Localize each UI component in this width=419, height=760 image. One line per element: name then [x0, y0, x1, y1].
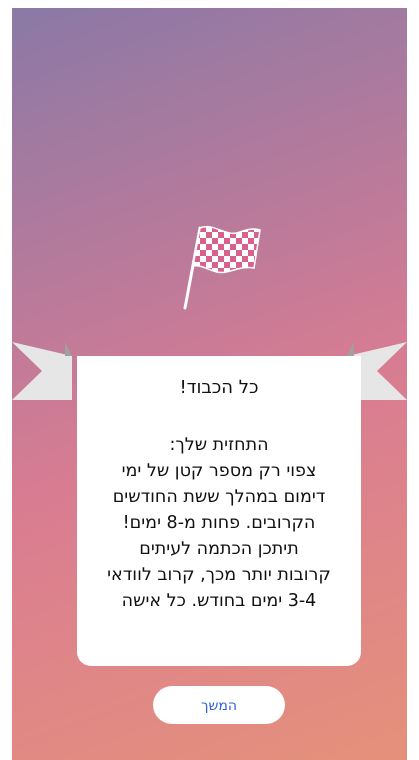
continue-button[interactable]: המשך [153, 686, 285, 724]
body-line: התחזית שלך: [169, 435, 269, 455]
body-line: 3-4 ימים בחודש. כל אישה [121, 591, 317, 611]
body-line: הקרובים. פחות מ-8 ימים! [122, 513, 316, 533]
body-line: קרובות יותר מכך, קרוב לוודאי [107, 565, 331, 585]
ribbon-left-tail [12, 342, 72, 400]
checkered-flag-icon [183, 225, 261, 310]
body-line: תיתכן הכתמה לעיתים [139, 539, 299, 559]
dialog-title: כל הכבוד! [179, 377, 259, 398]
body-line: צפוי רק מספר קטן של ימי [121, 461, 317, 481]
body-line: דימום במהלך ששת החודשים [112, 487, 326, 507]
dialog-body: התחזית שלך: צפוי רק מספר קטן של ימי דימו… [85, 432, 353, 614]
app-screen: כל הכבוד! התחזית שלך: צפוי רק מספר קטן ש… [12, 8, 407, 760]
result-card: כל הכבוד! התחזית שלך: צפוי רק מספר קטן ש… [77, 356, 361, 666]
